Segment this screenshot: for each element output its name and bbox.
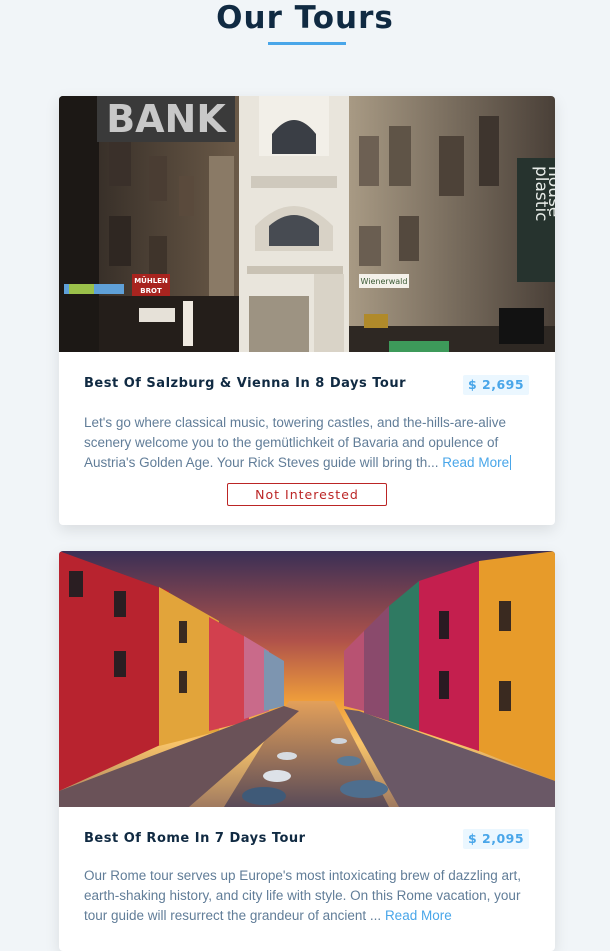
tour-image-colorful-canal [59, 551, 555, 807]
tour-price: $ 2,095 [463, 829, 529, 849]
tour-name: Best Of Rome In 7 Days Tour [84, 831, 306, 846]
read-more-button[interactable]: Read More [442, 454, 512, 470]
sign-bank: BANK [106, 97, 227, 141]
tour-info: Our Rome tour serves up Europe's most in… [84, 866, 534, 925]
tour-price: $ 2,695 [463, 375, 529, 395]
tour-image-vienna-street: BANK MÜHLEN BROT plastic house Wienerwal… [59, 96, 555, 352]
svg-text:house: house [544, 166, 555, 217]
tour-info-text: Our Rome tour serves up Europe's most in… [84, 868, 522, 923]
sign-muhlen-brot: MÜHLEN [134, 276, 168, 285]
sign-wienerwald: Wienerwald [361, 277, 408, 286]
tour-card-rome: Best Of Rome In 7 Days Tour $ 2,095 Our … [59, 551, 555, 951]
title-underline [268, 42, 346, 45]
svg-text:BROT: BROT [140, 287, 162, 295]
tour-name: Best Of Salzburg & Vienna In 8 Days Tour [84, 376, 407, 391]
not-interested-button[interactable]: Not Interested [227, 483, 387, 506]
tour-info: Let's go where classical music, towering… [84, 413, 534, 472]
read-more-button[interactable]: Read More [385, 908, 452, 923]
page-title: Our Tours [216, 0, 394, 36]
tour-card-salzburg-vienna: BANK MÜHLEN BROT plastic house Wienerwal… [59, 96, 555, 525]
